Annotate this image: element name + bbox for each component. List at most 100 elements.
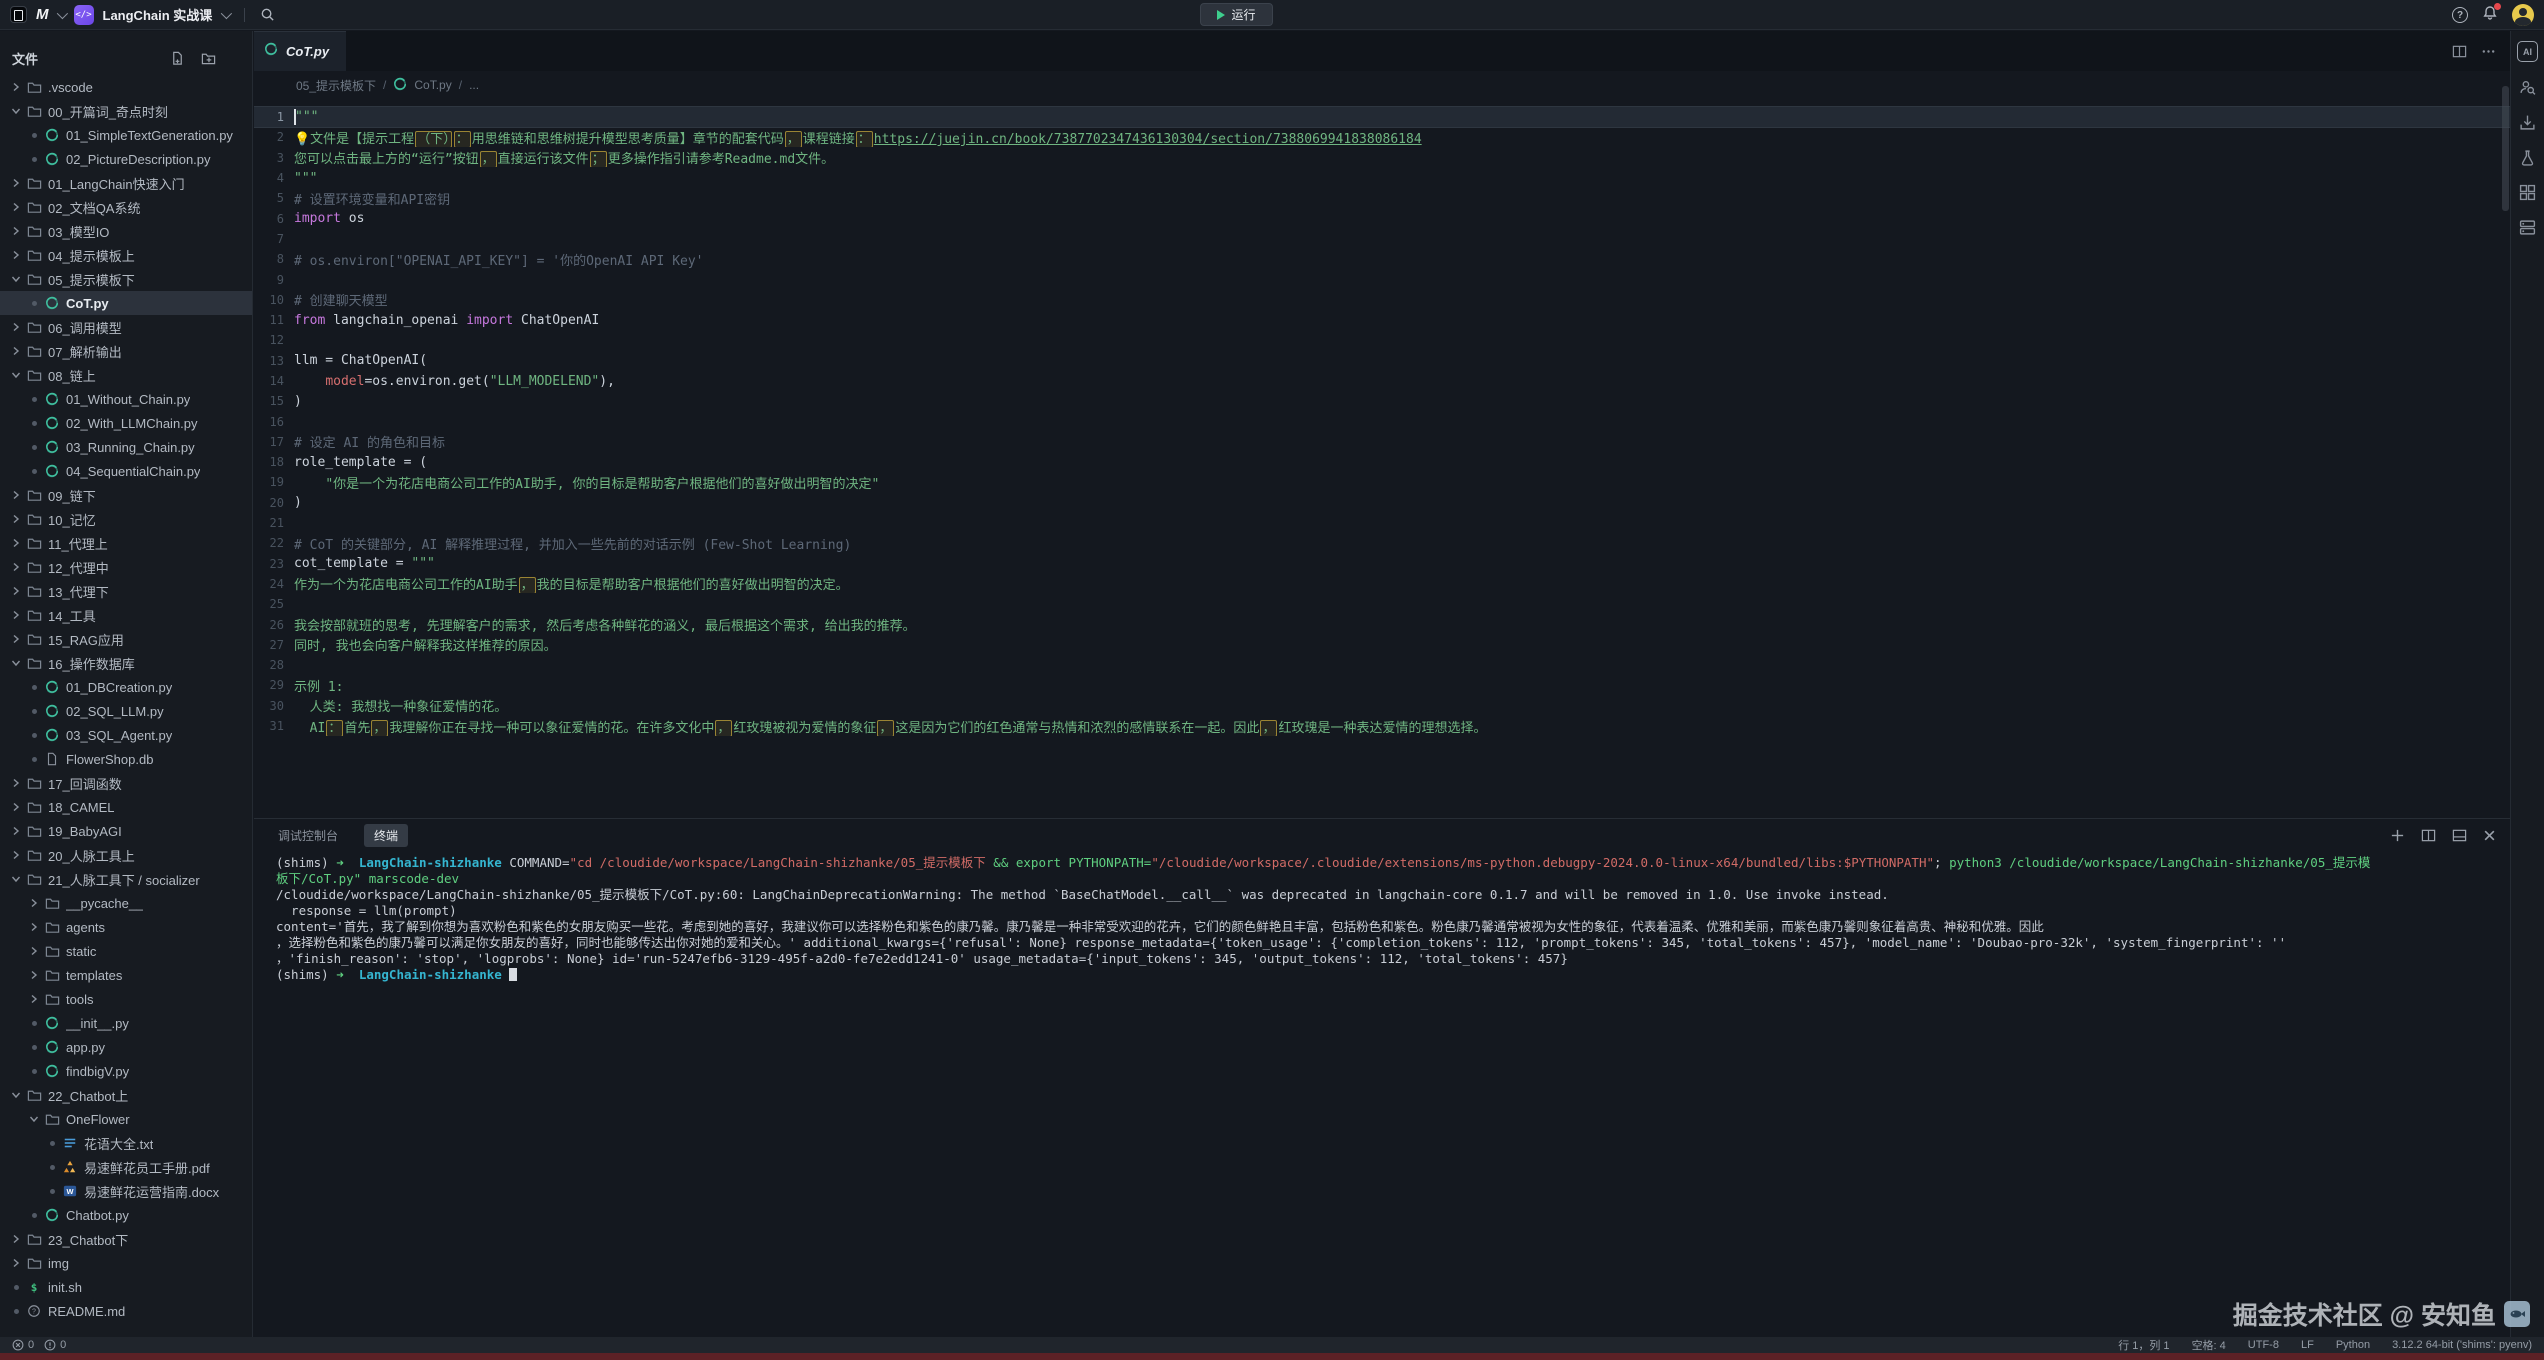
tree-item[interactable]: ?README.md xyxy=(0,1299,252,1323)
editor-scrollbar[interactable] xyxy=(2502,86,2509,211)
tree-item[interactable]: 03_模型IO xyxy=(0,219,252,243)
chevron-right-icon[interactable] xyxy=(8,250,24,260)
chevron-down-icon[interactable] xyxy=(221,7,232,18)
tree-item[interactable]: 00_开篇词_奇点时刻 xyxy=(0,99,252,123)
tree-item[interactable]: 14_工具 xyxy=(0,603,252,627)
tree-item[interactable]: 04_提示模板上 xyxy=(0,243,252,267)
chevron-right-icon[interactable] xyxy=(8,610,24,620)
tree-item[interactable]: 易速鲜花员工手册.pdf xyxy=(0,1155,252,1179)
tree-item[interactable]: 18_CAMEL xyxy=(0,795,252,819)
warnings-indicator[interactable]: 0 xyxy=(44,1339,66,1351)
server-list-icon[interactable] xyxy=(2518,217,2538,237)
tree-item[interactable]: 06_调用模型 xyxy=(0,315,252,339)
tree-item[interactable]: Chatbot.py xyxy=(0,1203,252,1227)
chevron-right-icon[interactable] xyxy=(8,586,24,596)
chevron-right-icon[interactable] xyxy=(8,1234,24,1244)
tree-item[interactable]: .vscode xyxy=(0,75,252,99)
chevron-right-icon[interactable] xyxy=(8,82,24,92)
breadcrumb-symbol[interactable]: ... xyxy=(469,78,479,92)
tree-item[interactable]: 01_DBCreation.py xyxy=(0,675,252,699)
tree-item[interactable]: agents xyxy=(0,915,252,939)
marscode-logo-icon[interactable]: M xyxy=(36,6,48,23)
chevron-right-icon[interactable] xyxy=(8,202,24,212)
tree-item[interactable]: 23_Chatbot下 xyxy=(0,1227,252,1251)
tree-item[interactable]: 17_回调函数 xyxy=(0,771,252,795)
status-item[interactable]: Python xyxy=(2336,1339,2370,1351)
tab-cot-py[interactable]: CoT.py xyxy=(254,31,346,71)
tree-item[interactable]: 花语大全.txt xyxy=(0,1131,252,1155)
tree-item[interactable]: 15_RAG应用 xyxy=(0,627,252,651)
chevron-down-icon[interactable] xyxy=(8,274,24,284)
status-item[interactable]: 3.12.2 64-bit ('shims': pyenv) xyxy=(2392,1339,2532,1351)
tree-item[interactable]: 01_SimpleTextGeneration.py xyxy=(0,123,252,147)
split-terminal-icon[interactable] xyxy=(2421,828,2436,843)
chevron-right-icon[interactable] xyxy=(26,970,42,980)
breadcrumb-file[interactable]: CoT.py xyxy=(414,78,451,92)
new-terminal-icon[interactable] xyxy=(2390,828,2405,843)
tree-item[interactable]: findbigV.py xyxy=(0,1059,252,1083)
chevron-right-icon[interactable] xyxy=(8,802,24,812)
chevron-right-icon[interactable] xyxy=(8,826,24,836)
errors-indicator[interactable]: 0 xyxy=(12,1339,34,1351)
chevron-down-icon[interactable] xyxy=(8,874,24,884)
tree-item[interactable]: 03_SQL_Agent.py xyxy=(0,723,252,747)
tree-item[interactable]: tools xyxy=(0,987,252,1011)
breadcrumb-folder[interactable]: 05_提示模板下 xyxy=(296,77,376,94)
new-file-icon[interactable] xyxy=(170,51,185,66)
chevron-down-icon[interactable] xyxy=(8,370,24,380)
more-actions-icon[interactable] xyxy=(2481,44,2496,59)
tree-item[interactable]: $init.sh xyxy=(0,1275,252,1299)
chevron-right-icon[interactable] xyxy=(8,538,24,548)
chevron-right-icon[interactable] xyxy=(26,994,42,1004)
avatar[interactable] xyxy=(2512,4,2534,26)
chevron-down-icon[interactable] xyxy=(8,106,24,116)
tree-item[interactable]: OneFlower xyxy=(0,1107,252,1131)
tab-debug-console[interactable]: 调试控制台 xyxy=(268,824,348,847)
ai-assistant-icon[interactable]: AI xyxy=(2517,41,2538,62)
chevron-right-icon[interactable] xyxy=(26,898,42,908)
project-name[interactable]: LangChain 实战课 xyxy=(103,5,213,24)
tree-item[interactable]: 10_记忆 xyxy=(0,507,252,531)
chevron-right-icon[interactable] xyxy=(8,850,24,860)
new-folder-icon[interactable] xyxy=(201,51,216,66)
tree-item[interactable]: W易速鲜花运营指南.docx xyxy=(0,1179,252,1203)
tree-item[interactable]: 01_Without_Chain.py xyxy=(0,387,252,411)
tree-item[interactable]: 22_Chatbot上 xyxy=(0,1083,252,1107)
status-item[interactable]: LF xyxy=(2301,1339,2314,1351)
split-editor-icon[interactable] xyxy=(2452,44,2467,59)
tree-item[interactable]: 16_操作数据库 xyxy=(0,651,252,675)
tree-item[interactable]: FlowerShop.db xyxy=(0,747,252,771)
app-logo-icon[interactable] xyxy=(10,6,27,23)
tree-item[interactable]: 19_BabyAGI xyxy=(0,819,252,843)
chevron-down-icon[interactable] xyxy=(8,1090,24,1100)
tree-item[interactable]: 21_人脉工具下 / socializer xyxy=(0,867,252,891)
tree-item[interactable]: 02_PictureDescription.py xyxy=(0,147,252,171)
chevron-right-icon[interactable] xyxy=(8,562,24,572)
tree-item[interactable]: app.py xyxy=(0,1035,252,1059)
tree-item[interactable]: CoT.py xyxy=(0,291,252,315)
chevron-down-icon[interactable] xyxy=(8,658,24,668)
chevron-right-icon[interactable] xyxy=(8,1258,24,1268)
tree-item[interactable]: 04_SequentialChain.py xyxy=(0,459,252,483)
maximize-panel-icon[interactable] xyxy=(2452,828,2467,843)
tab-terminal[interactable]: 终端 xyxy=(364,824,408,847)
help-icon[interactable]: ? xyxy=(2452,7,2468,23)
terminal-output[interactable]: (shims) ➜ LangChain-shizhanke COMMAND="c… xyxy=(254,851,2510,983)
search-icon[interactable] xyxy=(260,7,275,22)
chevron-right-icon[interactable] xyxy=(8,226,24,236)
tree-item[interactable]: 01_LangChain快速入门 xyxy=(0,171,252,195)
status-item[interactable]: 行 1，列 1 xyxy=(2118,1337,2169,1353)
chevron-right-icon[interactable] xyxy=(8,322,24,332)
run-button[interactable]: 运行 xyxy=(1200,3,1273,26)
editor-area[interactable]: CoT.py 05_提示模板下 / CoT.py / ... 1"""2💡文件是… xyxy=(254,31,2510,818)
chevron-right-icon[interactable] xyxy=(8,778,24,788)
tree-item[interactable]: 02_With_LLMChain.py xyxy=(0,411,252,435)
tree-item[interactable]: 20_人脉工具上 xyxy=(0,843,252,867)
chevron-right-icon[interactable] xyxy=(8,490,24,500)
tree-item[interactable]: 12_代理中 xyxy=(0,555,252,579)
breadcrumb[interactable]: 05_提示模板下 / CoT.py / ... xyxy=(254,71,2510,99)
status-item[interactable]: UTF-8 xyxy=(2248,1339,2279,1351)
tree-item[interactable]: 09_链下 xyxy=(0,483,252,507)
chevron-right-icon[interactable] xyxy=(8,514,24,524)
flask-icon[interactable] xyxy=(2518,147,2538,167)
